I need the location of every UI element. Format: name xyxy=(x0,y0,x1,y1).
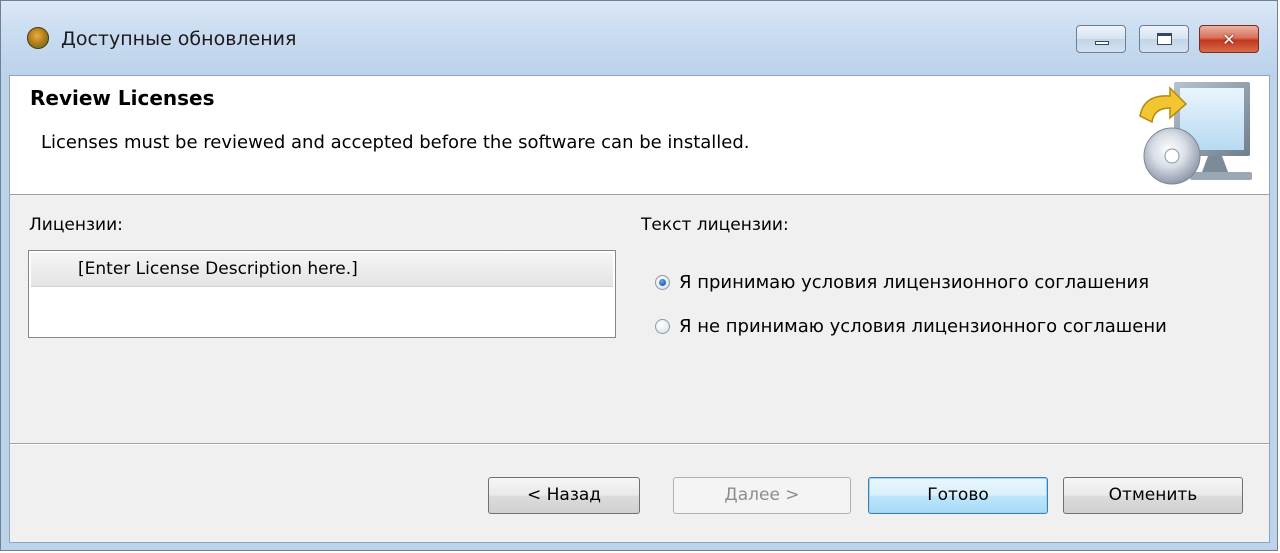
accept-license-option[interactable]: Я принимаю условия лицензионного соглаше… xyxy=(655,272,1149,293)
dialog-body: Review Licenses Licenses must be reviewe… xyxy=(9,75,1270,543)
divider xyxy=(10,443,1269,445)
accept-radio-label[interactable]: Я принимаю условия лицензионного соглаше… xyxy=(679,272,1149,293)
cancel-button[interactable]: Отменить xyxy=(1063,477,1243,514)
close-icon: ✕ xyxy=(1222,29,1236,49)
wizard-header: Review Licenses Licenses must be reviewe… xyxy=(10,76,1269,195)
license-text-label: Текст лицензии: xyxy=(641,215,789,235)
finish-button[interactable]: Готово xyxy=(868,477,1048,514)
licenses-label: Лицензии: xyxy=(29,215,123,235)
list-item[interactable]: [Enter License Description here.] xyxy=(31,253,613,287)
maximize-icon xyxy=(1157,33,1172,45)
accept-radio[interactable] xyxy=(655,275,670,290)
app-icon xyxy=(27,27,49,49)
decline-license-option[interactable]: Я не принимаю условия лицензионного согл… xyxy=(655,316,1167,337)
title-bar[interactable]: Доступные обновления ✕ xyxy=(1,1,1277,75)
page-title: Review Licenses xyxy=(30,86,215,110)
window-title: Доступные обновления xyxy=(61,28,297,50)
minimize-icon xyxy=(1095,41,1109,45)
maximize-button[interactable] xyxy=(1139,25,1189,53)
next-button: Далее > xyxy=(673,477,851,514)
decline-radio[interactable] xyxy=(655,319,670,334)
minimize-button[interactable] xyxy=(1076,25,1126,53)
install-computer-icon xyxy=(1139,82,1252,185)
dialog-window: Доступные обновления ✕ Review Licenses L… xyxy=(0,0,1278,551)
close-button[interactable]: ✕ xyxy=(1199,25,1259,53)
decline-radio-label[interactable]: Я не принимаю условия лицензионного согл… xyxy=(679,316,1167,337)
page-description: Licenses must be reviewed and accepted b… xyxy=(41,132,750,153)
license-list[interactable]: [Enter License Description here.] xyxy=(28,250,616,338)
back-button[interactable]: < Назад xyxy=(488,477,640,514)
